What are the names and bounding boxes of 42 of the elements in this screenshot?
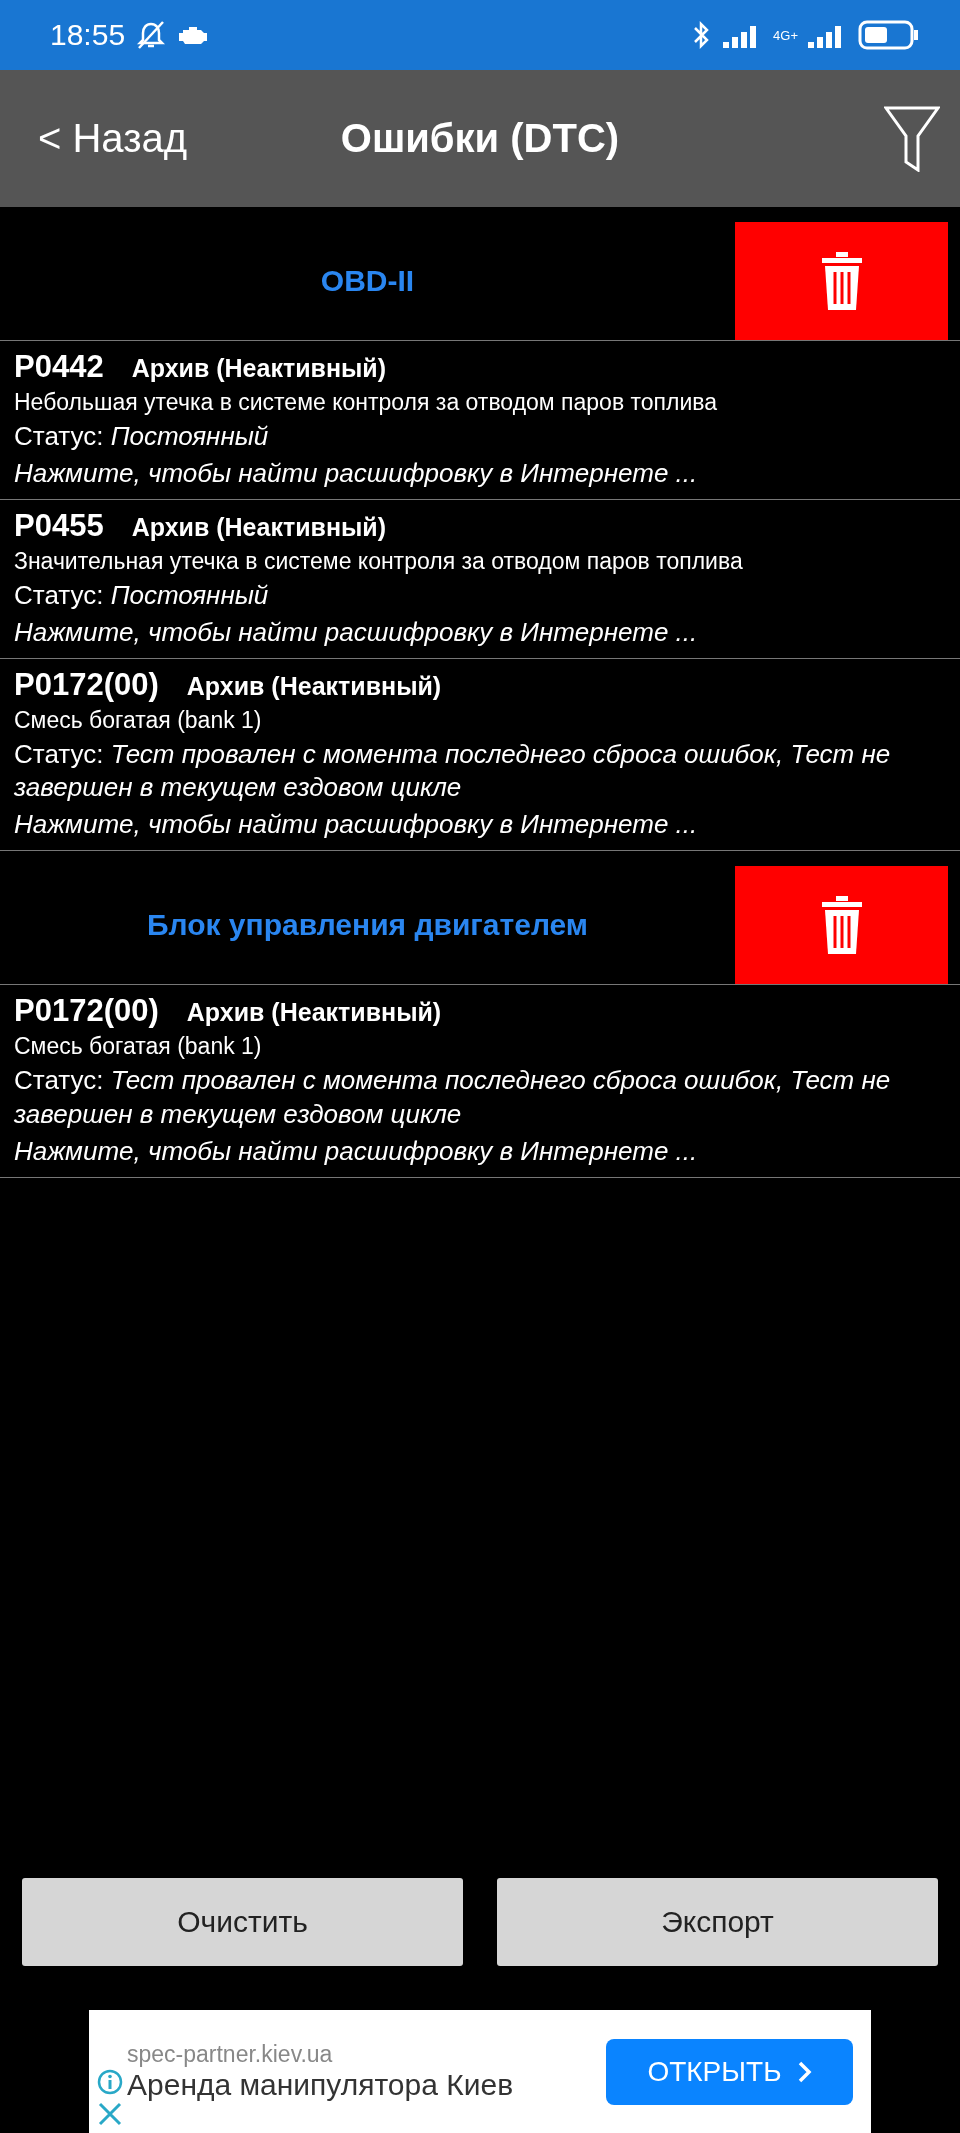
- error-state: Архив (Неактивный): [131, 512, 387, 542]
- error-state: Архив (Неактивный): [186, 671, 442, 701]
- search-hint[interactable]: Нажмите, чтобы найти расшифровку в Интернете ...: [14, 1135, 946, 1167]
- screen-title: Ошибки (DTC): [340, 116, 620, 160]
- error-state: Архив (Неактивный): [131, 354, 387, 383]
- delete-button[interactable]: [735, 222, 948, 340]
- section-title: OBD-II: [320, 264, 415, 298]
- error-description: Смесь богатая (bank 1): [14, 706, 263, 734]
- section-title: Блок управления двигателем: [146, 908, 589, 943]
- error-state: Архив (Неактивный): [186, 998, 442, 1028]
- filter-icon[interactable]: [884, 105, 940, 172]
- chevron-icon: [797, 2060, 812, 2083]
- error-code[interactable]: P0172(00): [14, 666, 159, 703]
- info-icon[interactable]: [97, 2069, 123, 2095]
- error-status: Статус: Постоянный: [14, 578, 270, 612]
- back-link[interactable]: < Назад: [38, 116, 188, 161]
- close-icon[interactable]: [97, 2101, 123, 2127]
- error-code[interactable]: P0442: [14, 349, 104, 385]
- error-code[interactable]: P0172(00): [14, 993, 159, 1030]
- search-hint[interactable]: Нажмите, чтобы найти расшифровку в Интернете ...: [14, 616, 946, 648]
- error-status: Статус: Постоянный: [14, 420, 270, 453]
- search-hint[interactable]: Нажмите, чтобы найти расшифровку в Интернете ...: [14, 809, 946, 841]
- clock: 18:55: [50, 18, 126, 52]
- error-status: Статус: Тест провален с момента последнего сброса ошибок, Тест не завершен в текущем ездовом цикле: [14, 737, 892, 805]
- delete-button[interactable]: [735, 866, 948, 985]
- trash-icon: [821, 252, 862, 310]
- export-button[interactable]: Экспорт: [497, 1878, 938, 1966]
- clear-button[interactable]: Очистить: [22, 1878, 463, 1966]
- ad-headline: Аренда манипулятора Киев: [127, 2068, 514, 2102]
- ad-domain: spec-partner.kiev.ua: [127, 2041, 334, 2068]
- error-status: Статус: Тест провален с момента последнего сброса ошибок, Тест не завершен в текущем ездовом цикле: [14, 1064, 892, 1131]
- battery-icon: [858, 20, 920, 50]
- trash-icon: [821, 896, 862, 955]
- search-hint[interactable]: Нажмите, чтобы найти расшифровку в Интернете ...: [14, 457, 946, 489]
- engine-icon: [177, 25, 210, 45]
- error-code[interactable]: P0455: [14, 507, 104, 544]
- error-description: Небольшая утечка в системе контроля за отводом паров топлива: [14, 389, 719, 416]
- error-description: Смесь богатая (bank 1): [14, 1033, 263, 1061]
- open-button[interactable]: ОТКРЫТЬ: [606, 2038, 853, 2105]
- network-type: 4G+: [773, 28, 798, 42]
- ad-banner[interactable]: spec-partner.kiev.ua Аренда манипулятора Киев ОТКРЫТЬ: [89, 2010, 871, 2133]
- error-description: Значительная утечка в системе контроля за отводом паров топлива: [14, 547, 744, 575]
